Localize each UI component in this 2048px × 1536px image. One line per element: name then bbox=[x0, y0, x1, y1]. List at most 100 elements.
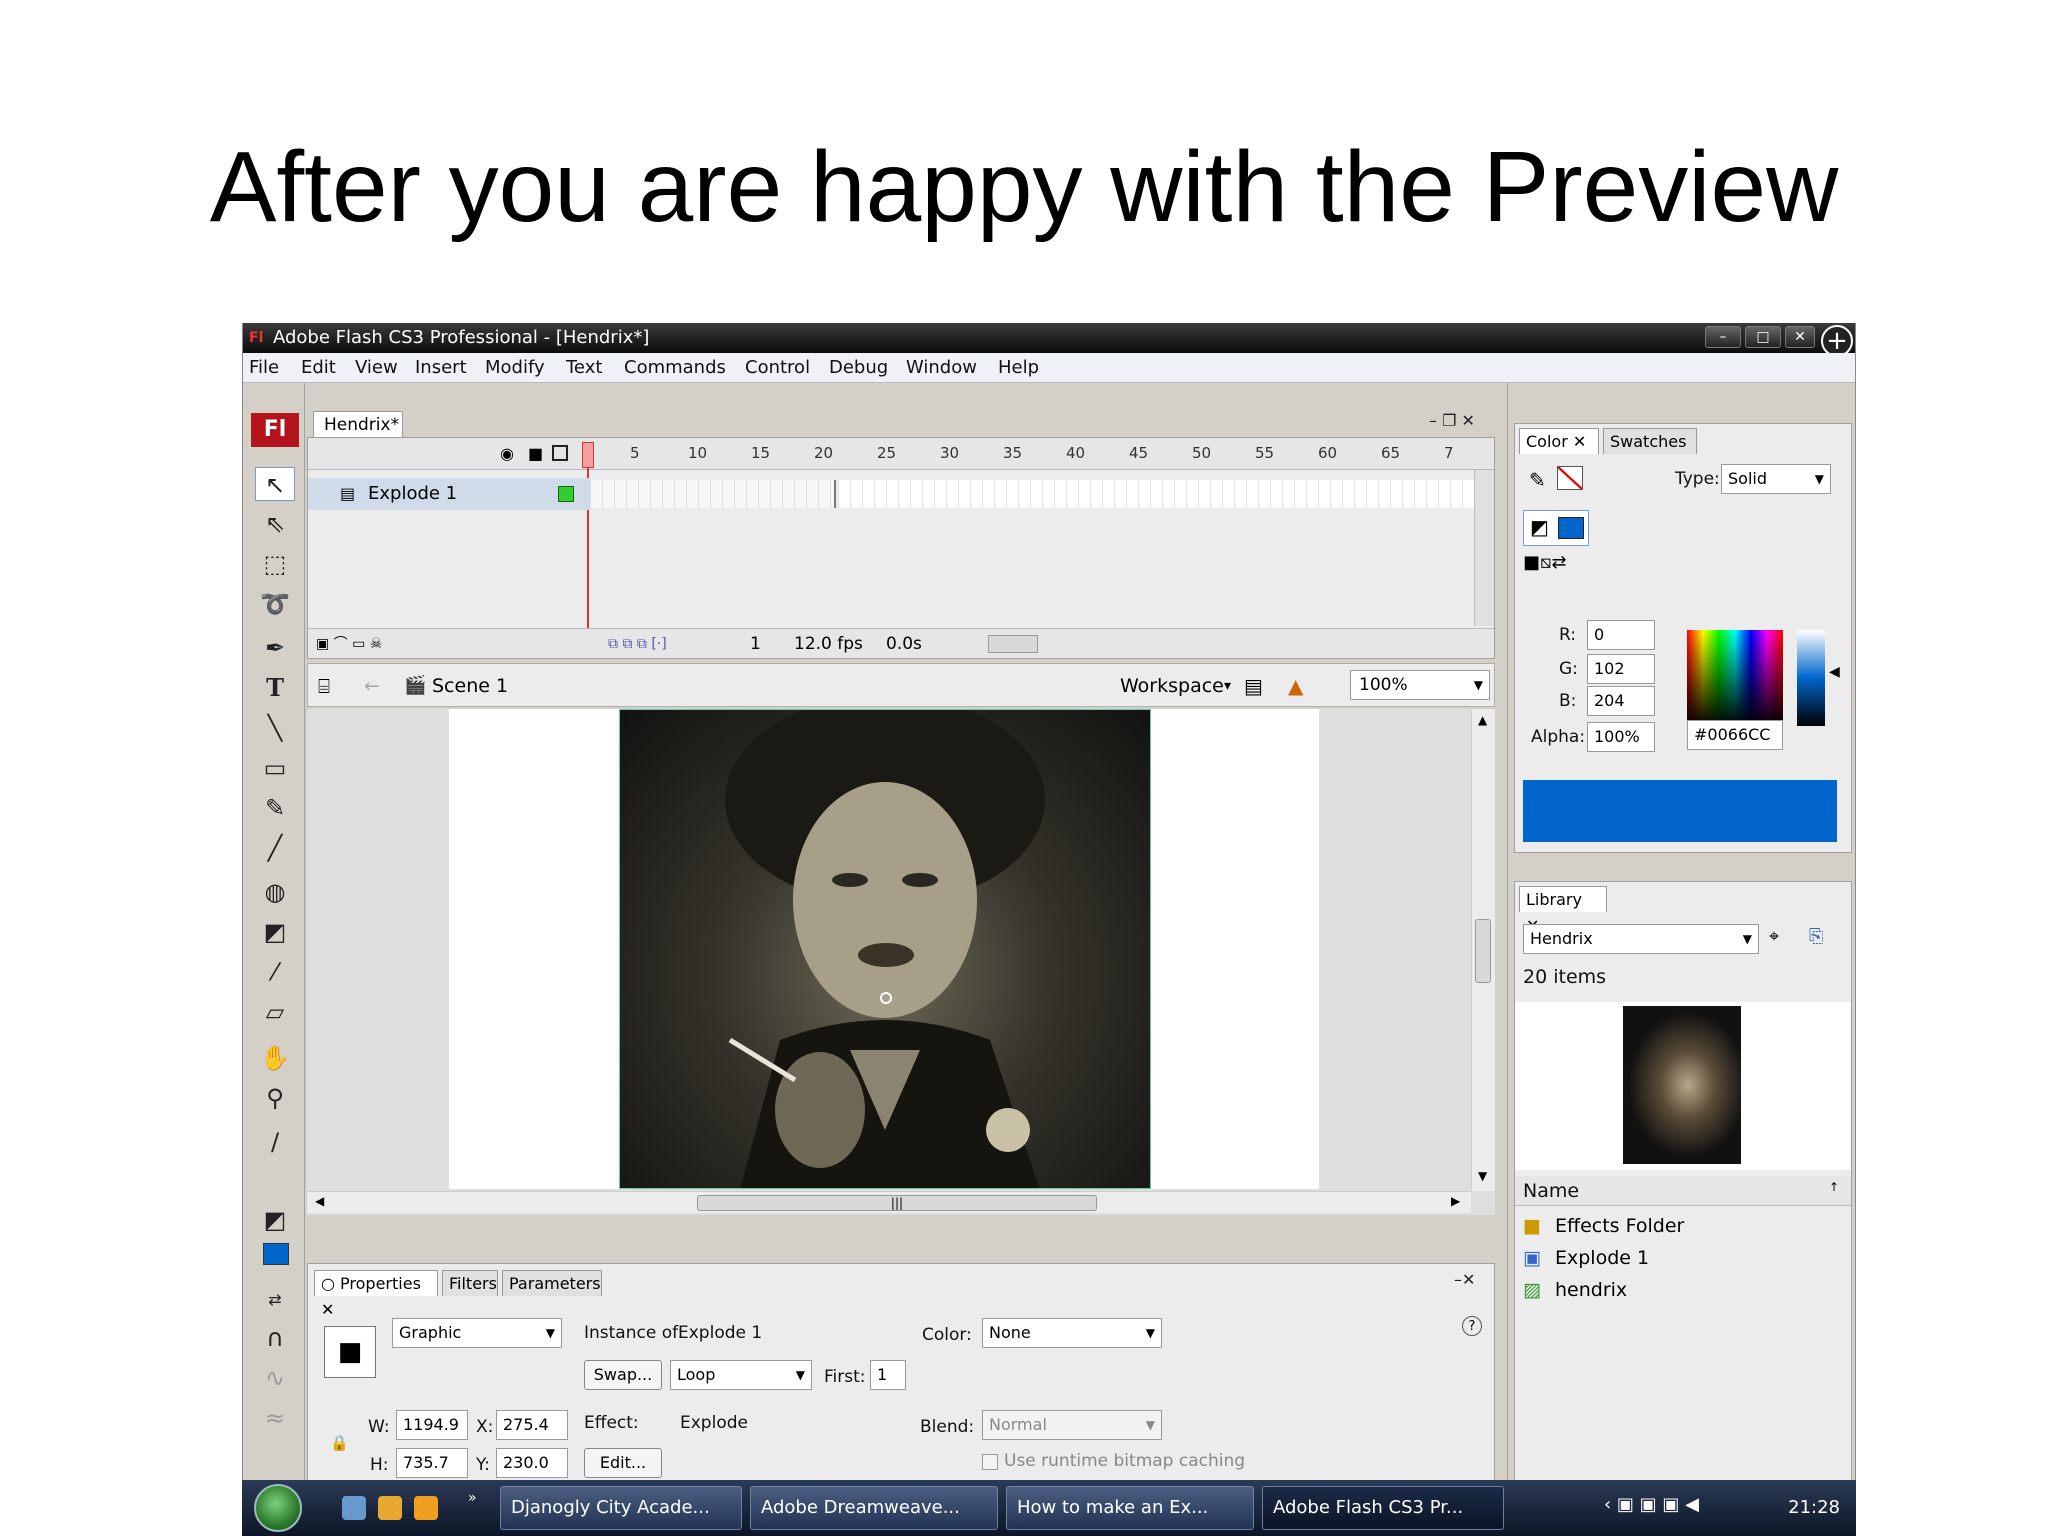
pen-tool-icon[interactable]: ✒ bbox=[255, 631, 295, 665]
symbol-type-select[interactable]: Graphic ▼ bbox=[392, 1318, 562, 1348]
blend-select[interactable]: Normal ▼ bbox=[982, 1410, 1162, 1440]
close-icon[interactable]: ✕ bbox=[1785, 326, 1815, 348]
width-input[interactable]: 1194.9 bbox=[396, 1410, 468, 1440]
stage-hscroll[interactable]: ◀ ||| ▶ bbox=[307, 1191, 1471, 1213]
workspace-dropdown-icon[interactable]: ▾ bbox=[1224, 664, 1231, 708]
subselection-tool-icon[interactable]: ⇖ bbox=[255, 507, 295, 541]
x-input[interactable]: 275.4 bbox=[496, 1410, 568, 1440]
hex-input[interactable]: #0066CC bbox=[1687, 720, 1783, 750]
zoom-tool-icon[interactable]: ⚲ bbox=[255, 1081, 295, 1115]
workspace-menu[interactable]: Workspace bbox=[1120, 664, 1224, 708]
empty-frames[interactable] bbox=[838, 480, 1484, 508]
paint-bucket-tool-icon[interactable]: ◩ bbox=[255, 915, 295, 949]
tab-properties[interactable]: ○ Properties ✕ bbox=[314, 1270, 438, 1319]
loop-select[interactable]: Loop ▼ bbox=[670, 1360, 812, 1390]
stroke-pencil-icon[interactable]: ✎ bbox=[1529, 468, 1546, 492]
swap-button[interactable]: Swap... bbox=[584, 1360, 662, 1390]
tab-filters[interactable]: Filters bbox=[442, 1270, 498, 1296]
eraser-tool-icon[interactable]: ▱ bbox=[255, 995, 295, 1029]
lock-proportions-icon[interactable]: 🔒 bbox=[330, 1434, 349, 1452]
menu-edit[interactable]: Edit bbox=[301, 353, 336, 383]
lock-icon[interactable]: ■ bbox=[528, 444, 543, 463]
document-tab[interactable]: Hendrix* bbox=[313, 411, 403, 437]
layer-color-icon[interactable] bbox=[558, 486, 574, 502]
taskbar-item-flash[interactable]: Adobe Flash CS3 Pr... bbox=[1262, 1486, 1504, 1530]
media-player-icon[interactable] bbox=[414, 1496, 438, 1520]
taskbar-item-ie[interactable]: Djanogly City Acade... bbox=[500, 1486, 742, 1530]
panel-menu-icon[interactable]: –✕ bbox=[1454, 1270, 1475, 1289]
stroke-none-swatch[interactable] bbox=[1557, 466, 1583, 490]
menu-modify[interactable]: Modify bbox=[485, 353, 545, 383]
eyedropper-tool-icon[interactable]: ⁄ bbox=[255, 955, 295, 989]
menu-text[interactable]: Text bbox=[566, 353, 602, 383]
menu-debug[interactable]: Debug bbox=[829, 353, 888, 383]
snap-magnet-icon[interactable]: ∩ bbox=[255, 1321, 295, 1355]
rectangle-tool-icon[interactable]: ▭ bbox=[255, 751, 295, 785]
tray-icons[interactable]: ‹ ▣ ▣ ▣ ◀ bbox=[1604, 1494, 1699, 1515]
layer-row[interactable]: Explode 1 ▤ bbox=[308, 478, 1494, 510]
minimize-icon[interactable]: – bbox=[1705, 326, 1741, 348]
default-colors-icon[interactable]: ■⧅⇄ bbox=[1523, 552, 1567, 573]
new-library-icon[interactable]: ⎘ bbox=[1809, 926, 1823, 947]
stroke-color-icon[interactable]: ∕ bbox=[255, 1125, 295, 1159]
library-item[interactable]: ■ Effects Folder bbox=[1515, 1210, 1851, 1242]
bitmap-caching-checkbox[interactable] bbox=[982, 1454, 998, 1470]
stage-vscroll-thumb[interactable] bbox=[1475, 919, 1491, 983]
pin-library-icon[interactable]: ⌖ bbox=[1769, 926, 1779, 947]
smooth-icon[interactable]: ∿ bbox=[255, 1361, 295, 1395]
library-column-header[interactable]: Name ↑ bbox=[1515, 1176, 1851, 1206]
green-input[interactable]: 102 bbox=[1587, 654, 1655, 684]
lasso-tool-icon[interactable]: ➰ bbox=[255, 587, 295, 621]
tab-parameters[interactable]: Parameters bbox=[502, 1270, 602, 1296]
fill-color-swatch[interactable] bbox=[263, 1243, 289, 1265]
edit-symbols-icon[interactable]: ▲ bbox=[1288, 664, 1303, 708]
library-item[interactable]: ▣ Explode 1 bbox=[1515, 1242, 1851, 1274]
scroll-down-icon[interactable]: ▼ bbox=[1478, 1169, 1487, 1183]
menu-commands[interactable]: Commands bbox=[624, 353, 726, 383]
document-window-controls-icon[interactable]: – ❐ ✕ bbox=[1429, 411, 1475, 430]
y-input[interactable]: 230.0 bbox=[496, 1448, 568, 1478]
fill-bucket-icon[interactable]: ◩ bbox=[255, 1203, 295, 1237]
taskbar-item-powerpoint[interactable]: How to make an Ex... bbox=[1006, 1486, 1254, 1530]
taskbar-item-dreamweaver[interactable]: Adobe Dreamweave... bbox=[750, 1486, 998, 1530]
sort-icon[interactable]: ↑ bbox=[1829, 1180, 1839, 1194]
clock[interactable]: 21:28 bbox=[1788, 1480, 1840, 1536]
selection-tool-icon[interactable]: ↖ bbox=[255, 467, 295, 501]
help-icon[interactable]: ? bbox=[1462, 1316, 1482, 1336]
start-button[interactable] bbox=[254, 1484, 302, 1532]
fill-selector[interactable]: ◩ bbox=[1523, 510, 1589, 546]
tab-swatches[interactable]: Swatches bbox=[1603, 428, 1697, 454]
line-tool-icon[interactable]: ╲ bbox=[255, 711, 295, 745]
color-spectrum[interactable] bbox=[1687, 630, 1783, 726]
stage-hscroll-thumb[interactable]: ||| bbox=[697, 1195, 1097, 1211]
menu-file[interactable]: File bbox=[249, 353, 279, 383]
scroll-up-icon[interactable]: ▲ bbox=[1478, 713, 1487, 727]
brush-tool-icon[interactable]: ╱ bbox=[255, 831, 295, 865]
tween-frames[interactable] bbox=[590, 480, 836, 508]
eye-icon[interactable]: ◉ bbox=[500, 444, 514, 463]
menu-view[interactable]: View bbox=[355, 353, 398, 383]
red-input[interactable]: 0 bbox=[1587, 620, 1655, 650]
hand-tool-icon[interactable]: ✋ bbox=[255, 1041, 295, 1075]
straighten-icon[interactable]: ≈ bbox=[255, 1401, 295, 1435]
menu-help[interactable]: Help bbox=[998, 353, 1039, 383]
brightness-slider[interactable] bbox=[1797, 630, 1825, 726]
fill-type-select[interactable]: Solid ▼ bbox=[1721, 464, 1831, 494]
tab-color[interactable]: Color ✕ bbox=[1519, 428, 1599, 454]
menu-control[interactable]: Control bbox=[745, 353, 810, 383]
outline-icon[interactable] bbox=[552, 445, 568, 461]
playhead[interactable] bbox=[582, 442, 594, 468]
add-layer-icon[interactable]: ▣ ⌒ ▭ ☠ bbox=[316, 629, 382, 659]
hendrix-photo[interactable] bbox=[619, 709, 1151, 1189]
timeline-vscroll[interactable] bbox=[1474, 470, 1494, 626]
scroll-right-icon[interactable]: ▶ bbox=[1451, 1194, 1460, 1208]
timeline-toggle-icon[interactable]: ⌸ bbox=[318, 664, 330, 708]
zoom-select[interactable]: 100% ▼ bbox=[1350, 670, 1490, 700]
ink-bottle-tool-icon[interactable]: ◍ bbox=[255, 875, 295, 909]
menu-window[interactable]: Window bbox=[906, 353, 977, 383]
alpha-input[interactable]: 100% bbox=[1587, 722, 1655, 752]
height-input[interactable]: 735.7 bbox=[396, 1448, 468, 1478]
text-tool-icon[interactable]: T bbox=[255, 671, 295, 705]
edit-scene-icon[interactable]: ▤ bbox=[1244, 664, 1263, 708]
edit-effect-button[interactable]: Edit... bbox=[584, 1448, 662, 1478]
